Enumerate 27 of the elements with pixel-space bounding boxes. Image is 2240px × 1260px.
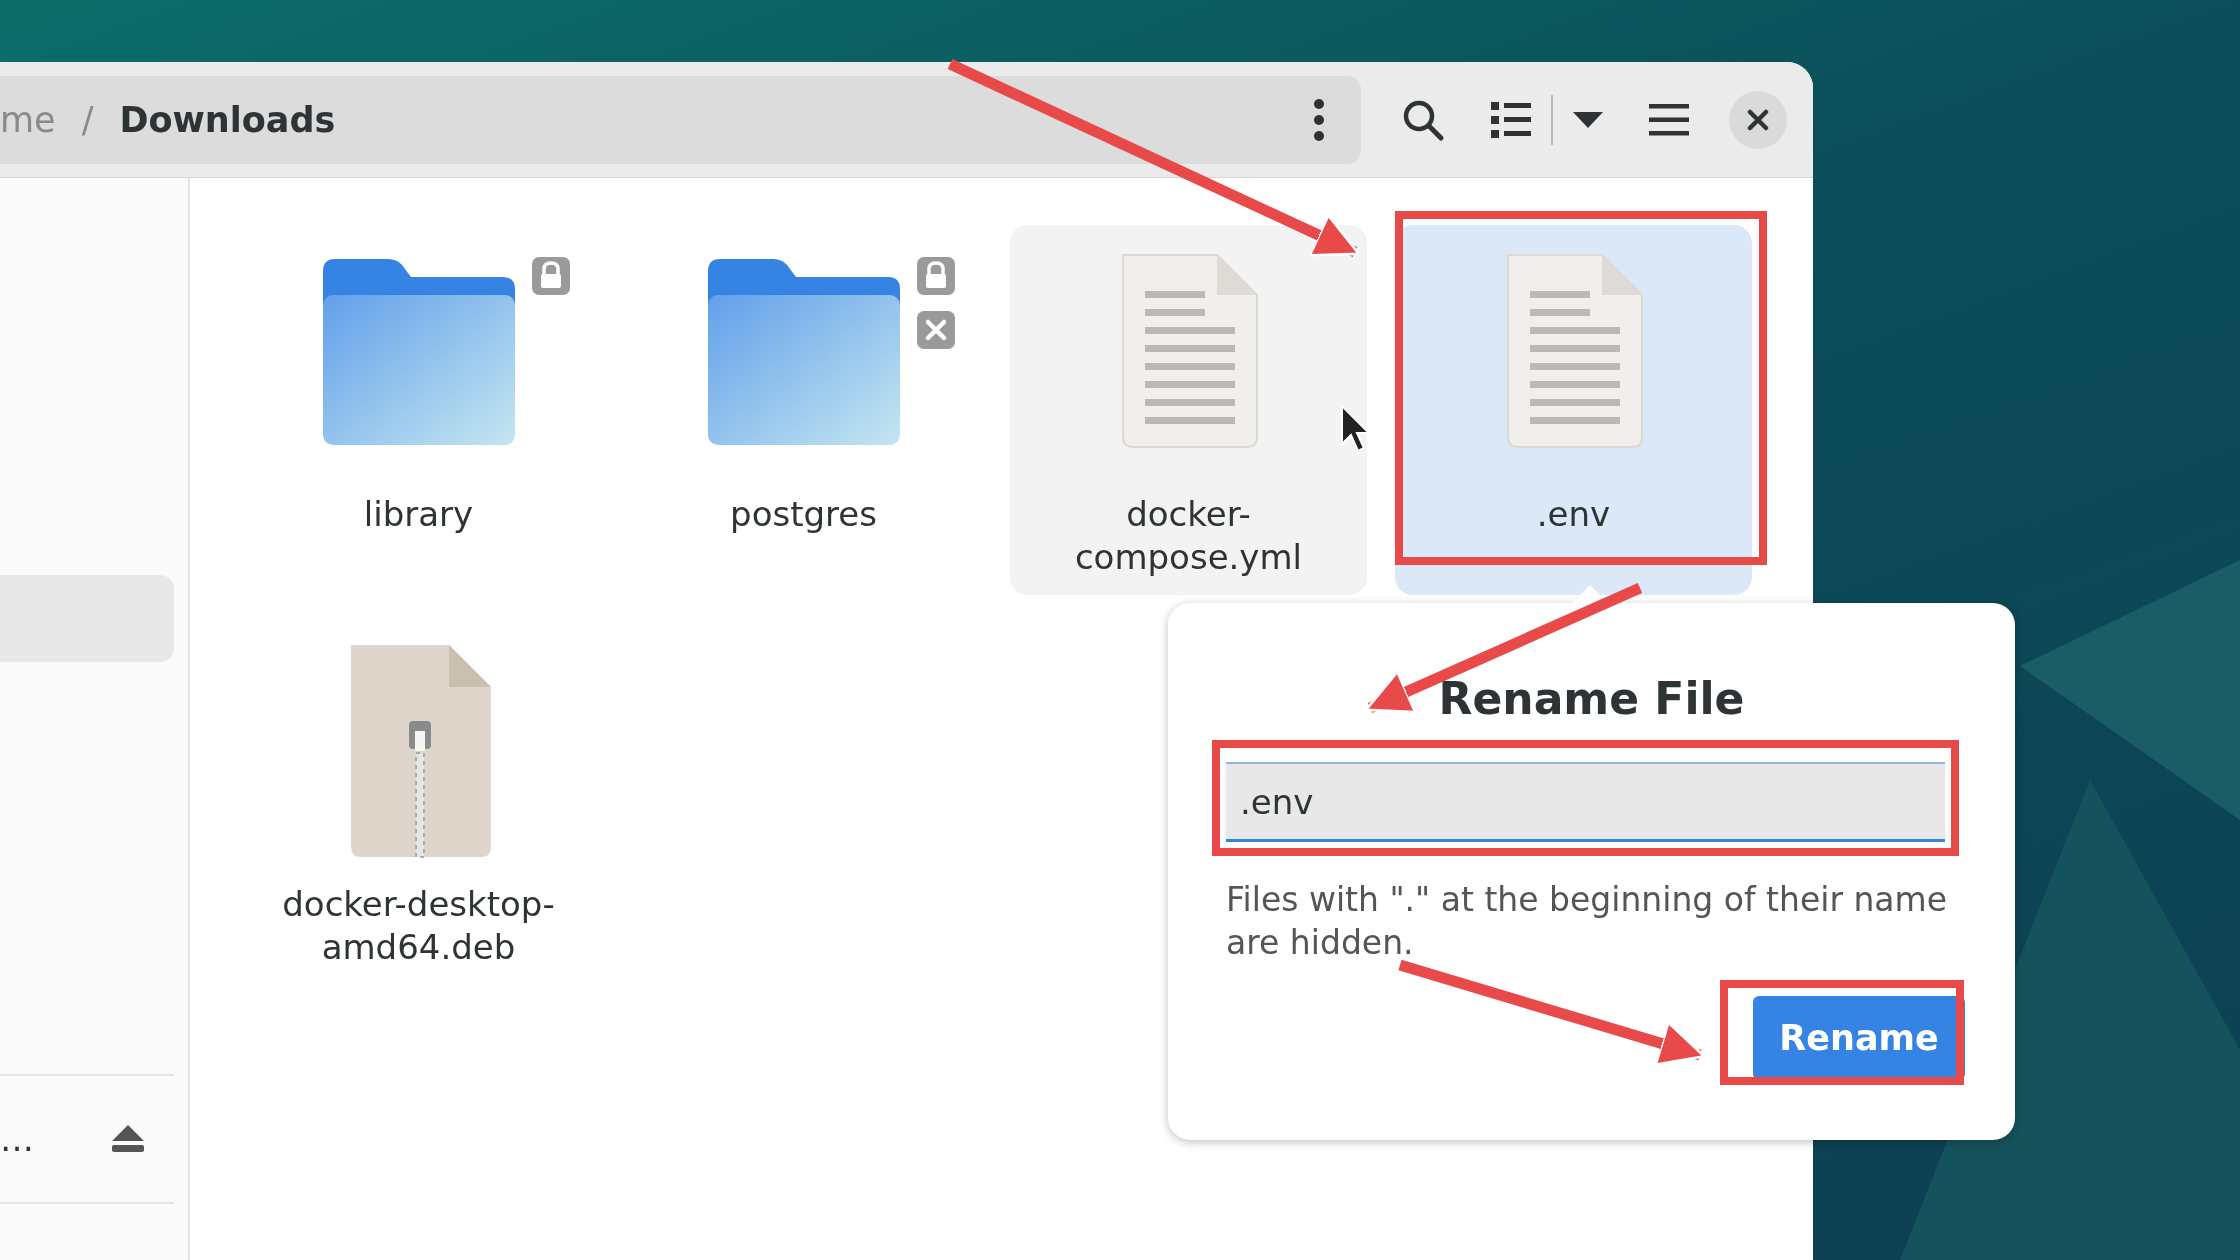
path-separator: / — [81, 99, 94, 140]
file-item[interactable]: docker-desktop-amd64.deb — [240, 615, 597, 985]
file-item[interactable]: docker-compose.yml — [1010, 225, 1367, 595]
lock-icon — [916, 257, 955, 295]
file-name: docker-compose.yml — [1073, 493, 1304, 579]
list-icon — [1491, 101, 1531, 138]
file-name: library — [362, 493, 475, 536]
hint-text: Files with "." at the beginning of their name are hidden. — [1226, 879, 1949, 964]
close-icon — [1747, 108, 1769, 131]
eject-icon — [112, 1125, 144, 1153]
unwritable-icon — [916, 311, 955, 349]
file-name: postgres — [729, 493, 878, 536]
menu-icon — [1649, 103, 1689, 136]
sidebar-item-label[interactable]: … — [0, 1119, 34, 1159]
eject-button[interactable] — [112, 1125, 144, 1153]
file-item[interactable]: .env — [1395, 225, 1752, 595]
name-input-field[interactable]: .env — [1226, 762, 1945, 842]
file-name: .env — [1535, 493, 1612, 536]
vertical-dots-icon — [1313, 97, 1325, 142]
popover-title: Rename File — [1437, 673, 1746, 724]
rename-button[interactable]: Rename — [1753, 996, 1965, 1080]
file-item[interactable]: postgres — [625, 225, 982, 595]
path-button[interactable]: Downloads — [119, 99, 336, 140]
lock-icon — [531, 257, 570, 295]
caret-icon — [1573, 111, 1603, 128]
file-name: docker-desktop-amd64.deb — [281, 883, 556, 969]
file-item[interactable]: library — [240, 225, 597, 595]
